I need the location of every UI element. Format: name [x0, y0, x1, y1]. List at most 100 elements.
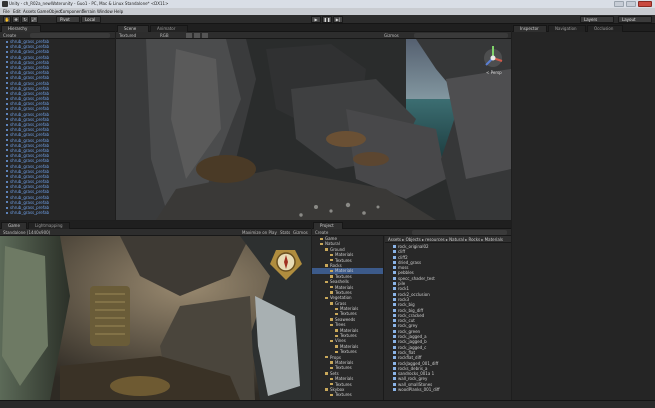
tab-hierarchy[interactable]: Hierarchy	[1, 25, 41, 32]
play-button[interactable]: ▶	[311, 16, 321, 23]
prefab-icon	[6, 211, 8, 214]
gizmos-dropdown[interactable]: Gizmos	[384, 32, 399, 39]
layout-dropdown[interactable]: Layout	[618, 16, 652, 23]
prefab-icon	[6, 190, 8, 193]
scene-search-input[interactable]	[414, 33, 508, 38]
asset-item[interactable]: woodPlanks_001_diff	[385, 387, 511, 392]
render-mode-dropdown[interactable]: RGB	[160, 32, 169, 39]
material-icon	[393, 297, 396, 301]
hand-icon: ✋	[4, 17, 10, 22]
scene-effects-icon[interactable]	[202, 33, 208, 38]
folder-icon	[335, 334, 338, 337]
game-gizmos-toggle[interactable]: Gizmos	[293, 229, 308, 236]
prefab-icon	[6, 97, 8, 100]
prefab-icon	[6, 45, 8, 48]
menu-terrain[interactable]: Terrain	[82, 8, 96, 15]
window-title: Unity - ch_R02a_newWaterunity - Guo1 - P…	[9, 1, 169, 6]
material-icon	[393, 366, 396, 370]
status-bar	[0, 400, 655, 408]
hierarchy-toolbar: Create	[0, 32, 115, 39]
folder-icon	[330, 323, 333, 327]
hierarchy-tabbar: Hierarchy	[0, 24, 115, 32]
prefab-icon	[6, 201, 8, 204]
shading-mode-dropdown[interactable]: Textured	[119, 32, 136, 39]
tab-scene[interactable]: Scene	[117, 25, 149, 32]
tab-animator[interactable]: Animator	[150, 25, 188, 32]
menu-assets[interactable]: Assets	[23, 8, 36, 15]
scene-panel: Scene Animator Textured RGB Gizmos < Per…	[116, 24, 511, 220]
prefab-icon	[6, 159, 8, 162]
local-toggle[interactable]: Local	[81, 16, 101, 23]
folder-label: Textures	[335, 392, 352, 398]
menu-file[interactable]: File	[3, 8, 10, 15]
unity-logo-icon	[2, 1, 8, 7]
folder-icon	[330, 253, 333, 257]
tab-lightmapping[interactable]: Lightmapping	[28, 222, 70, 229]
project-tabbar: Project	[312, 221, 511, 229]
folder-icon	[325, 372, 328, 375]
folder-tree-item[interactable]: Textures	[312, 392, 383, 397]
close-icon[interactable]	[638, 1, 652, 7]
game-viewport[interactable]	[0, 236, 311, 400]
tab-occlusion[interactable]: Occlusion	[587, 25, 623, 32]
material-icon	[393, 308, 396, 312]
prefab-icon	[6, 133, 8, 136]
tab-navigation[interactable]: Navigation	[548, 25, 586, 32]
project-search-input[interactable]	[412, 230, 507, 235]
pause-button[interactable]: ❚❚	[322, 16, 332, 23]
hierarchy-search-input[interactable]	[30, 33, 110, 38]
prefab-icon	[6, 118, 8, 121]
folder-icon	[330, 393, 333, 397]
scale-tool-button[interactable]: ⤢	[30, 16, 38, 23]
scene-shrub	[196, 155, 256, 183]
hand-tool-button[interactable]: ✋	[3, 16, 11, 23]
scene-audio-icon[interactable]	[194, 33, 200, 38]
rotate-icon: ↻	[23, 17, 27, 22]
material-icon	[393, 377, 396, 381]
prefab-icon	[6, 66, 8, 69]
hierarchy-item[interactable]: shrub_grass_prefab	[0, 210, 115, 215]
scene-viewport[interactable]: < Persp	[116, 39, 511, 220]
folder-icon	[330, 339, 333, 343]
menu-component[interactable]: Component	[60, 8, 83, 15]
project-create-button[interactable]: Create	[315, 229, 328, 236]
project-breadcrumb[interactable]: Assets ▸ Objects ▸ resources ▸ Natural ▸…	[385, 236, 511, 243]
folder-icon	[335, 307, 338, 310]
rotate-tool-button[interactable]: ↻	[21, 16, 29, 23]
folder-icon	[325, 296, 328, 300]
material-icon	[393, 245, 396, 248]
move-tool-button[interactable]: ✥	[12, 16, 20, 23]
prefab-icon	[6, 76, 8, 79]
menu-edit[interactable]: Edit	[13, 8, 21, 15]
hierarchy-create-button[interactable]: Create	[3, 32, 16, 39]
tab-game[interactable]: Game	[1, 222, 27, 229]
tab-project[interactable]: Project	[313, 222, 343, 229]
minimize-icon[interactable]	[614, 1, 624, 7]
step-button[interactable]: ▶|	[333, 16, 343, 23]
folder-icon	[330, 366, 333, 370]
prefab-icon	[6, 40, 8, 43]
material-icon	[393, 335, 396, 339]
folder-icon	[330, 286, 333, 289]
project-panel: Project Create Game Natural Ground Material…	[312, 221, 511, 400]
aspect-dropdown[interactable]: Standalone (1440x900)	[3, 229, 50, 236]
project-folder-tree: Game Natural Ground Materials Textures Rocks M…	[312, 236, 384, 400]
scene-lighting-icon[interactable]	[186, 33, 192, 38]
menu-help[interactable]: Help	[114, 8, 123, 15]
persp-label[interactable]: < Persp	[486, 70, 502, 75]
material-icon	[393, 361, 396, 365]
stats-toggle[interactable]: Stats	[280, 229, 290, 236]
layers-dropdown[interactable]: Layers	[580, 16, 614, 23]
tab-inspector[interactable]: Inspector	[513, 25, 547, 32]
maximize-on-play-toggle[interactable]: Maximize on Play	[242, 229, 277, 236]
pivot-toggle[interactable]: Pivot	[56, 16, 80, 23]
maximize-icon[interactable]	[626, 1, 636, 7]
menu-gameobject[interactable]: GameObject	[37, 8, 62, 15]
prefab-icon	[6, 170, 8, 173]
folder-icon	[325, 248, 328, 251]
material-icon	[393, 319, 396, 323]
folder-icon	[325, 264, 328, 267]
menu-window[interactable]: Window	[97, 8, 113, 15]
material-icon	[393, 345, 396, 349]
prefab-icon	[6, 128, 8, 131]
